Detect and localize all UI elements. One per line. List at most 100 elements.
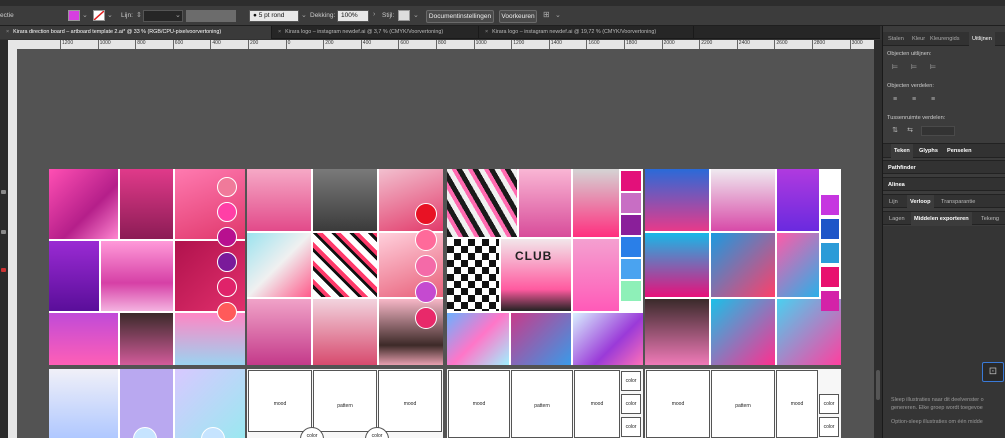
ruler-tick (548, 40, 550, 49)
tab-brushes[interactable]: Penselen (947, 144, 972, 158)
tab-glyphs[interactable]: Glyphs (919, 144, 938, 158)
photo (573, 169, 619, 237)
ruler-tick-label: 0 (287, 40, 291, 46)
scroll-thumb[interactable] (876, 370, 880, 400)
photo (120, 313, 173, 365)
color-swatch (415, 203, 437, 225)
tab-layers[interactable]: Lagen (889, 212, 905, 226)
tab-logo-1972[interactable]: × Kirara logo – instagram newdef.ai @ 19,… (479, 26, 694, 39)
ruler-tick-label: 200 (325, 40, 334, 46)
opacity-field[interactable]: 100% (337, 10, 369, 22)
artboard-lower-2[interactable]: mood pattern mood color color (247, 369, 443, 438)
tab-stroke[interactable]: Lijn (889, 195, 898, 209)
photo (247, 233, 311, 297)
tool-icon[interactable] (1, 230, 6, 234)
preferences-button[interactable]: Voorkeuren (499, 10, 537, 23)
ruler-tick-label: 200 (250, 40, 259, 46)
color-swatch (217, 227, 237, 247)
color-swatch (821, 291, 839, 311)
color-swatch (621, 215, 641, 235)
tab-color-guide[interactable]: Kleurengids (930, 32, 960, 46)
moodboard-1[interactable] (49, 169, 245, 365)
export-hint-text: Sleep illustraties naar dit deelvenster … (891, 397, 984, 403)
tab-character[interactable]: Teken (891, 144, 913, 158)
photo (645, 233, 709, 297)
paragraph-panel[interactable]: Alinea (883, 177, 1005, 191)
artboard-lower-3[interactable]: mood pattern mood color color color (447, 369, 643, 438)
tool-icon[interactable] (1, 268, 6, 272)
tab-swatches[interactable]: Stalen (888, 32, 904, 46)
tab-align[interactable]: Uitlijnen (969, 32, 995, 46)
arrange-icon[interactable]: ⊞ (543, 10, 550, 19)
photo (313, 169, 377, 231)
ruler-tick (586, 40, 588, 49)
placeholder-box: mood (248, 370, 312, 432)
close-icon[interactable]: × (485, 29, 488, 35)
photo (101, 241, 173, 311)
vertical-scrollbar[interactable] (874, 40, 882, 438)
drag-assets-icon: ⊡ (982, 362, 1004, 382)
ruler-tick (172, 40, 174, 49)
placeholder-box: mood (646, 370, 710, 438)
align-left-icon[interactable]: ⊨ (890, 64, 900, 72)
moodboard-2[interactable] (247, 169, 443, 365)
vertical-ruler[interactable] (8, 49, 17, 438)
horizontal-ruler[interactable]: 1200 1000 800 600 400 200 0 200 400 600 800 1000 120… (8, 40, 874, 49)
chevron-down-icon[interactable]: ⌄ (413, 11, 419, 19)
style-label: Stijl: (382, 12, 395, 19)
align-right-icon[interactable]: ⊨ (928, 64, 938, 72)
chevron-down-icon[interactable]: ⌄ (107, 11, 113, 19)
tab-label: Kirara direction board – artboard templa… (13, 29, 222, 35)
spacing-field[interactable] (921, 126, 955, 136)
ruler-tick-label: 3000 (851, 40, 863, 46)
stroke-swatch[interactable] (93, 10, 105, 21)
variable-width-profile[interactable] (186, 10, 236, 22)
artboard-lower-1[interactable] (49, 369, 245, 438)
distribute-spacing-horizontal-icon[interactable]: ⇆ (905, 127, 915, 135)
stepper-icon[interactable]: ⇕ (136, 11, 142, 19)
chevron-down-icon[interactable]: ⌄ (555, 11, 561, 19)
style-swatch[interactable] (398, 10, 410, 21)
photo (120, 169, 173, 239)
tool-icon[interactable] (1, 190, 6, 194)
chevron-right-icon[interactable]: › (373, 11, 375, 18)
canvas[interactable]: CLUB mood pattern mood color color mood … (17, 49, 874, 438)
distribute-center-icon[interactable]: ≡ (909, 96, 919, 104)
tab-asset-export[interactable]: Middelen exporteren (911, 212, 972, 226)
moodboard-3[interactable]: CLUB (447, 169, 643, 365)
pathfinder-panel[interactable]: Pathfinder (883, 160, 1005, 174)
tab-gradient[interactable]: Verloop (907, 195, 934, 209)
brush-definition[interactable]: ● 5 pt rond (249, 10, 299, 22)
tab-artboards[interactable]: Tekeng (981, 212, 999, 226)
close-icon[interactable]: × (6, 29, 9, 35)
tab-transparency[interactable]: Transparantie (941, 195, 975, 209)
tab-logo-37[interactable]: × Kirara logo – instagram newdef.ai @ 3,7… (272, 26, 479, 39)
moodboard-4[interactable] (645, 169, 841, 365)
fill-swatch[interactable] (68, 10, 80, 21)
ruler-tick-label: 2800 (814, 40, 826, 46)
ruler-tick-label: 600 (174, 40, 184, 46)
artboard-lower-4[interactable]: mood pattern mood color color (645, 369, 841, 438)
close-icon[interactable]: × (278, 29, 281, 35)
ruler-tick (511, 40, 513, 49)
color-swatch (415, 307, 437, 329)
ruler-tick (736, 40, 738, 49)
distribute-bottom-icon[interactable]: ≡ (928, 96, 938, 104)
tab-label: Kirara logo – instagram newdef.ai @ 3,7 … (285, 29, 444, 35)
color-swatch (621, 171, 641, 191)
no-stroke-icon (93, 10, 105, 21)
chevron-down-icon[interactable]: ⌄ (175, 11, 181, 19)
color-swatch (821, 195, 839, 215)
tab-color[interactable]: Kleur (912, 32, 925, 46)
chevron-down-icon[interactable]: ⌄ (82, 11, 88, 19)
brush-dot-icon: ● (253, 12, 257, 19)
distribute-spacing-vertical-icon[interactable]: ⇅ (890, 127, 900, 135)
align-center-icon[interactable]: ⊨ (909, 64, 919, 72)
document-settings-button[interactable]: Documentinstellingen (426, 10, 494, 23)
distribute-top-icon[interactable]: ≡ (890, 96, 900, 104)
chevron-down-icon[interactable]: ⌄ (301, 11, 307, 19)
tab-direction-board[interactable]: × Kirara direction board – artboard templ… (0, 26, 272, 39)
ruler-tick-label: 400 (212, 40, 221, 46)
photo (447, 239, 499, 311)
color-placeholder: color (819, 394, 839, 414)
